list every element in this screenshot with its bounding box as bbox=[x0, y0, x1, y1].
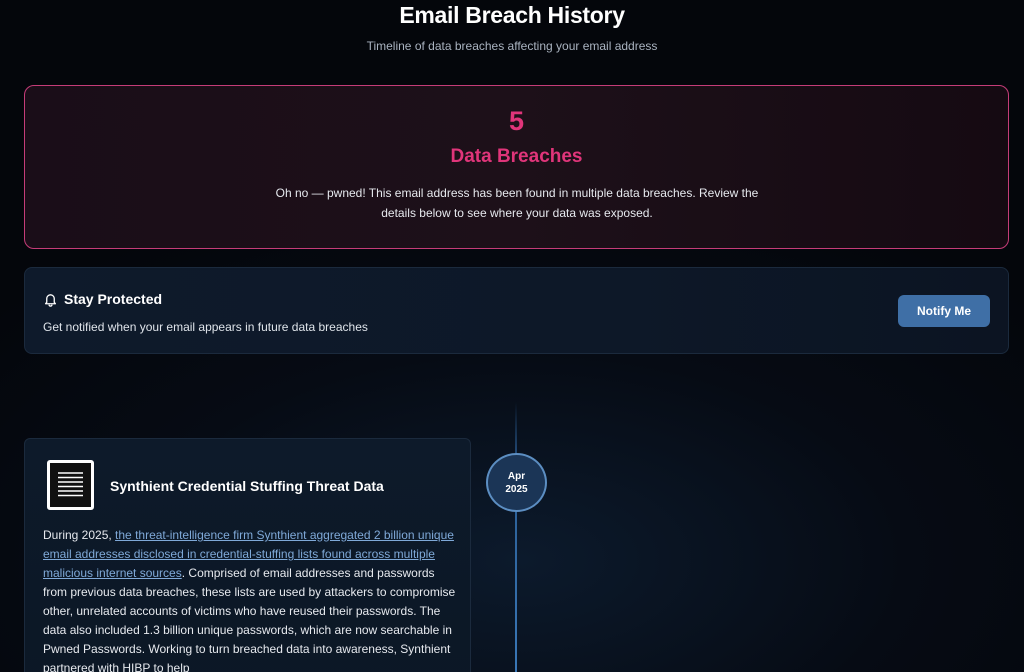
notify-me-button[interactable]: Notify Me bbox=[898, 295, 990, 327]
timeline-date-bubble: Apr 2025 bbox=[486, 453, 547, 512]
breach-count: 5 bbox=[508, 106, 525, 136]
breach-description: During 2025, the threat-intelligence fir… bbox=[43, 526, 461, 672]
timeline-year: 2025 bbox=[505, 483, 528, 495]
breach-description-prefix: During 2025, bbox=[43, 528, 116, 542]
stay-protected-title: Stay Protected bbox=[64, 291, 163, 307]
bell-icon bbox=[43, 292, 58, 307]
breach-entry-card: Synthient Credential Stuffing Threat Dat… bbox=[24, 438, 471, 672]
document-icon bbox=[47, 460, 94, 510]
breach-summary-message: Oh no — pwned! This email address has be… bbox=[275, 186, 759, 220]
stay-protected-text: Get notified when your email appears in … bbox=[43, 320, 368, 334]
breach-summary-card: 5 Data Breaches Oh no — pwned! This emai… bbox=[24, 85, 1009, 249]
stay-protected-card: Stay Protected Get notified when your em… bbox=[24, 267, 1009, 354]
page-title: Email Breach History bbox=[399, 2, 625, 28]
timeline-line bbox=[515, 402, 517, 672]
page-subtitle: Timeline of data breaches affecting your… bbox=[366, 39, 658, 53]
breach-count-label: Data Breaches bbox=[450, 146, 583, 167]
stay-protected-header: Stay Protected bbox=[43, 291, 162, 307]
timeline-month: Apr bbox=[507, 470, 526, 482]
breach-title: Synthient Credential Stuffing Threat Dat… bbox=[110, 478, 384, 494]
breach-description-body: . Comprised of email addresses and passw… bbox=[43, 566, 456, 672]
page: Email Breach History Timeline of data br… bbox=[0, 0, 1024, 672]
document-lines bbox=[58, 472, 83, 497]
